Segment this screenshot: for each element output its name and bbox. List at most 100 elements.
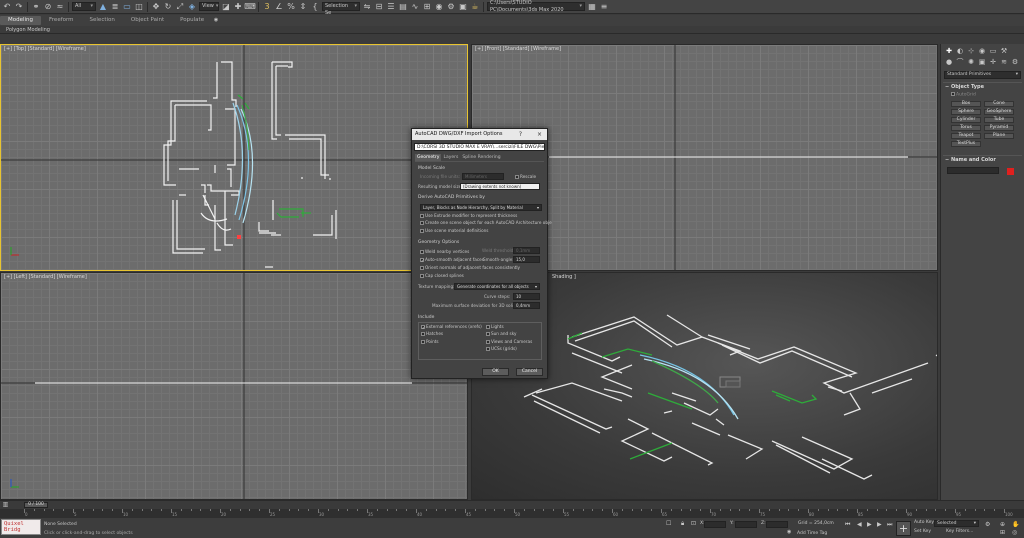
- y-coordinate-field[interactable]: [735, 521, 757, 528]
- keyboard-shortcut-icon[interactable]: ⌨: [244, 2, 256, 12]
- include-option-checkbox[interactable]: Points: [421, 339, 482, 344]
- help-icon[interactable]: ?: [519, 129, 522, 140]
- weld-vertices-checkbox[interactable]: Weld nearby vertices: [420, 249, 469, 254]
- mirror-icon[interactable]: ⇋: [362, 2, 372, 12]
- ok-button[interactable]: OK: [482, 368, 509, 376]
- tab-freeform[interactable]: Freeform: [41, 16, 82, 25]
- percent-snap-icon[interactable]: %: [286, 2, 296, 12]
- time-configuration-icon[interactable]: ⚙: [985, 521, 990, 528]
- geometry-icon[interactable]: ●: [945, 58, 953, 66]
- pivot-center-icon[interactable]: ◪: [221, 2, 231, 12]
- object-type-header[interactable]: − Object Type: [943, 82, 1022, 91]
- curve-steps-spinner[interactable]: 10: [513, 293, 540, 300]
- include-option-checkbox[interactable]: Views and Cameras: [486, 339, 532, 344]
- tab-geometry[interactable]: Geometry: [415, 154, 442, 161]
- systems-icon[interactable]: ⚙: [1011, 58, 1019, 66]
- redo-icon[interactable]: ↷: [14, 2, 24, 12]
- align-icon[interactable]: ⊟: [374, 2, 384, 12]
- edit-named-selection-icon[interactable]: {: [310, 2, 320, 12]
- move-icon[interactable]: ✥: [151, 2, 161, 12]
- derive-option-checkbox[interactable]: Use scene material definitions: [420, 228, 552, 233]
- hierarchy-icon[interactable]: ⊹: [967, 47, 975, 55]
- selection-lock-icon[interactable]: 🔒︎: [681, 520, 684, 528]
- select-by-name-icon[interactable]: ≣: [110, 2, 120, 12]
- orbit-icon[interactable]: ◎: [1012, 529, 1017, 536]
- time-slider[interactable]: ▥ 0 / 100: [0, 500, 1024, 509]
- include-option-checkbox[interactable]: Lights: [486, 324, 532, 329]
- key-selection-dropdown[interactable]: Selected ▾: [934, 520, 979, 527]
- orient-normals-checkbox[interactable]: Orient normals of adjacent faces consist…: [420, 265, 520, 270]
- z-coordinate-field[interactable]: [766, 521, 788, 528]
- next-frame-icon[interactable]: ▶: [877, 521, 882, 528]
- tab-layers[interactable]: Layers: [441, 154, 460, 161]
- pan-view-icon[interactable]: ✋: [1012, 521, 1019, 528]
- rotate-icon[interactable]: ↻: [163, 2, 173, 12]
- object-type-button-sphere[interactable]: Sphere: [951, 108, 981, 115]
- workspace-icon[interactable]: ≡: [599, 2, 609, 12]
- tab-object-paint[interactable]: Object Paint: [123, 16, 172, 25]
- undo-icon[interactable]: ↶: [2, 2, 12, 12]
- object-type-button-torus[interactable]: Torus: [951, 124, 981, 131]
- ribbon-panel-label[interactable]: Polygon Modeling: [0, 26, 1024, 34]
- object-type-button-plane[interactable]: Plane: [984, 132, 1014, 139]
- smooth-angle-spinner[interactable]: 15,0: [513, 256, 540, 263]
- cancel-button[interactable]: Cancel: [516, 368, 543, 376]
- texture-mapping-dropdown[interactable]: Generate coordinates for all objects ▾: [454, 283, 540, 290]
- rendered-frame-window-icon[interactable]: ▣: [458, 2, 468, 12]
- modify-icon[interactable]: ◐: [956, 47, 964, 55]
- derive-primitives-dropdown[interactable]: Layer, Blocks as Node Hierarchy, Split b…: [420, 204, 542, 211]
- previous-frame-icon[interactable]: ◀: [857, 521, 862, 528]
- auto-key-button[interactable]: Auto Key: [914, 519, 934, 526]
- unlink-icon[interactable]: ⊘: [43, 2, 53, 12]
- object-name-field[interactable]: [947, 166, 999, 174]
- space-warps-icon[interactable]: ≋: [1000, 58, 1008, 66]
- dialog-title-bar[interactable]: AutoCAD DWG/DXF Import Options ? ×: [412, 129, 547, 140]
- viewport-left[interactable]: [+] [Left] [Standard] [Wireframe]: [0, 272, 468, 500]
- auto-smooth-checkbox[interactable]: ✓Auto-smooth adjacent faces: [420, 257, 484, 263]
- close-icon[interactable]: ×: [537, 129, 542, 140]
- key-filters-button[interactable]: Key Filters...: [946, 528, 973, 535]
- selection-filter-dropdown[interactable]: All ▾: [72, 2, 96, 11]
- name-and-color-header[interactable]: − Name and Color: [943, 154, 1022, 164]
- motion-icon[interactable]: ◉: [978, 47, 986, 55]
- track-bar[interactable]: 0 5 10 15 20 25 30 35 40 45 50 55 60 65 70 75 80 85 90 95 10…: [0, 509, 1024, 518]
- select-manipulate-icon[interactable]: ✚: [233, 2, 243, 12]
- time-tag-icon[interactable]: ◉: [787, 529, 791, 535]
- weld-threshold-spinner[interactable]: 0,1mm: [513, 247, 540, 254]
- helpers-icon[interactable]: ✛: [989, 58, 997, 66]
- object-type-button-box[interactable]: Box: [951, 100, 981, 107]
- bind-space-warp-icon[interactable]: ≈: [55, 2, 65, 12]
- material-editor-icon[interactable]: ◉: [434, 2, 444, 12]
- tab-spline-rendering[interactable]: Spline Rendering: [460, 154, 502, 161]
- add-time-tag[interactable]: Add Time Tag: [797, 531, 827, 536]
- zoom-extents-icon[interactable]: ⊞: [1000, 529, 1005, 536]
- link-icon[interactable]: ⚭: [31, 2, 41, 12]
- object-type-button-cone[interactable]: Cone: [984, 100, 1014, 107]
- window-crossing-icon[interactable]: ◫: [134, 2, 144, 12]
- project-folder-dropdown[interactable]: C:\Users\STUDIO PC\Documents\3ds Max 202…: [487, 0, 585, 13]
- isolate-selection-icon[interactable]: ☐: [666, 520, 671, 527]
- object-type-button-pyramid[interactable]: Pyramid: [984, 124, 1014, 131]
- create-icon[interactable]: ✚: [945, 47, 953, 55]
- primitive-category-dropdown[interactable]: Standard Primitives ▾: [944, 71, 1021, 79]
- curve-editor-icon[interactable]: ∿: [410, 2, 420, 12]
- select-object-icon[interactable]: ▲: [98, 2, 108, 12]
- derive-option-checkbox[interactable]: Use Extrude modifier to represent thickn…: [420, 213, 552, 218]
- object-type-button-tube[interactable]: Tube: [984, 116, 1014, 123]
- zoom-icon[interactable]: ⊕: [1000, 521, 1005, 528]
- schematic-view-icon[interactable]: ⊞: [422, 2, 432, 12]
- include-option-checkbox[interactable]: ✓External references (xrefs): [421, 324, 482, 330]
- render-production-icon[interactable]: ☕: [470, 2, 480, 12]
- toggle-ribbon-icon[interactable]: ▤: [398, 2, 408, 12]
- tab-selection[interactable]: Selection: [82, 16, 123, 25]
- display-icon[interactable]: ▭: [989, 47, 997, 55]
- named-selection-sets-dropdown[interactable]: Create Selection Se▾: [322, 0, 360, 16]
- scale-icon[interactable]: ⤢: [175, 2, 185, 12]
- set-project-folder-icon[interactable]: ▦: [587, 2, 597, 12]
- cameras-icon[interactable]: ▣: [978, 58, 986, 66]
- lights-icon[interactable]: ✺: [967, 58, 975, 66]
- include-option-checkbox[interactable]: Hatches: [421, 331, 482, 337]
- angle-snap-icon[interactable]: ∠: [274, 2, 284, 12]
- max-deviation-spinner[interactable]: 0,4mm: [513, 302, 540, 309]
- object-type-button-cylinder[interactable]: Cylinder: [951, 116, 981, 123]
